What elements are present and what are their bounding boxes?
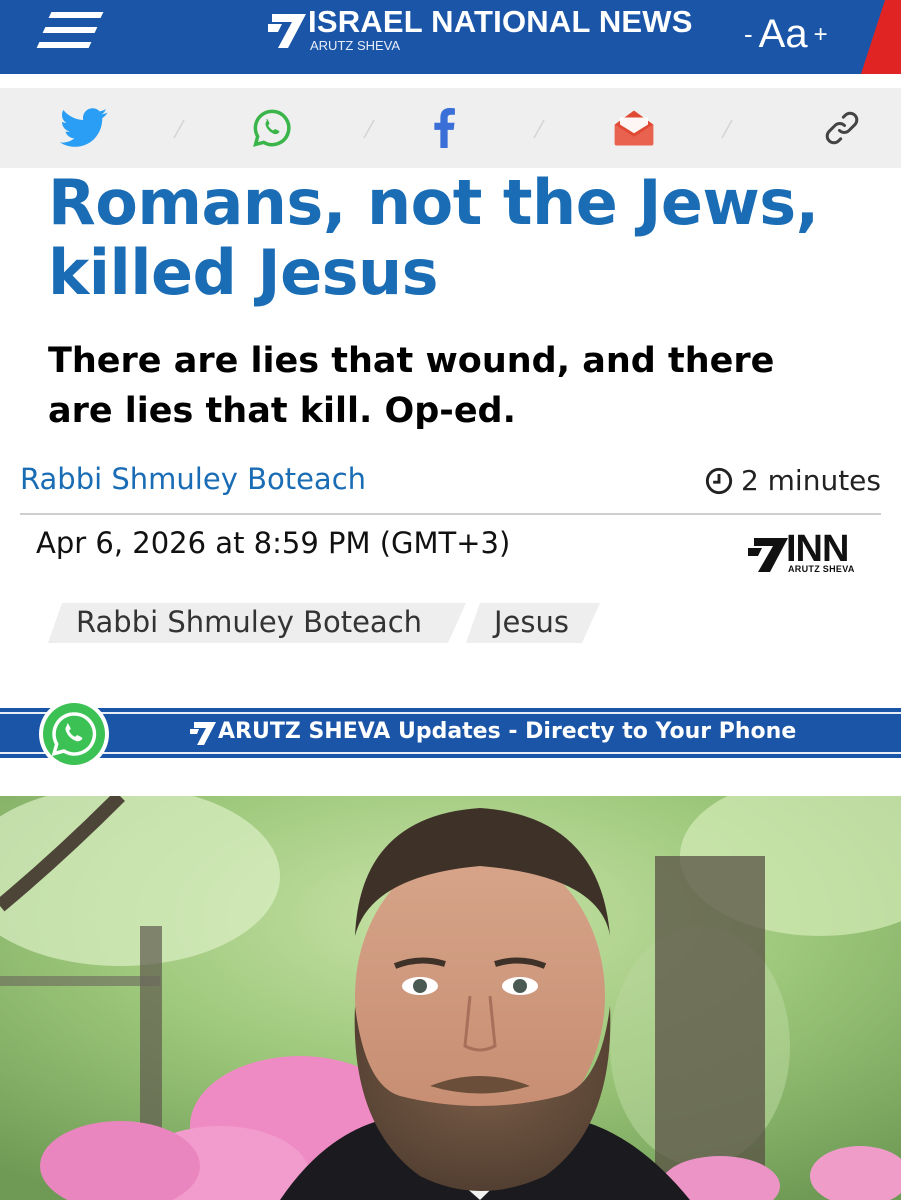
- whatsapp-icon: [253, 109, 291, 147]
- article-subtitle-line: are lies that kill. Op-ed.: [48, 391, 516, 431]
- inn-logo-subtext: ARUTZ SHEVA: [788, 564, 855, 574]
- font-increase-button[interactable]: +: [814, 21, 828, 49]
- brand-subtitle: ARUTZ SHEVA: [310, 38, 401, 53]
- whatsapp-banner-text: ARUTZ SHEVA Updates - Directy to Your Ph…: [218, 719, 797, 744]
- author-photo: [0, 796, 901, 1200]
- site-header: ISRAEL NATIONAL NEWS ARUTZ SHEVA - Aa +: [0, 0, 901, 74]
- banner-line: [0, 712, 901, 714]
- article-subtitle-line: There are lies that wound, and there: [48, 341, 775, 381]
- arutz-sheva-logo-icon: [268, 14, 306, 48]
- whatsapp-icon[interactable]: [38, 698, 110, 770]
- arutz-sheva-7-icon: [190, 722, 216, 745]
- article-title-line: killed Jesus: [48, 236, 439, 309]
- brand-name[interactable]: ISRAEL NATIONAL NEWS: [308, 4, 693, 40]
- author-link[interactable]: Rabbi Shmuley Boteach: [20, 462, 366, 496]
- publish-date: Apr 6, 2026 at 8:59 PM (GMT+3): [36, 526, 511, 560]
- copy-link-button[interactable]: [816, 102, 868, 154]
- twitter-share-button[interactable]: [58, 102, 110, 154]
- inn-7-logo-icon: [748, 538, 788, 572]
- link-icon: [825, 111, 859, 145]
- read-time: 2 minutes: [705, 464, 881, 497]
- facebook-icon: [434, 108, 455, 148]
- article-title: Romans, not the Jews, killed Jesus: [48, 168, 868, 308]
- email-share-button[interactable]: [608, 102, 660, 154]
- article-title-line: Romans, not the Jews,: [48, 166, 819, 239]
- whatsapp-share-button[interactable]: [246, 102, 298, 154]
- share-bar: [0, 88, 901, 168]
- banner-line: [0, 752, 901, 754]
- meta-divider: [20, 513, 881, 515]
- separator: [533, 119, 545, 139]
- separator: [363, 119, 375, 139]
- font-decrease-button[interactable]: -: [744, 19, 753, 50]
- separator: [173, 119, 185, 139]
- clock-icon: [705, 467, 733, 494]
- read-time-label: 2 minutes: [740, 464, 881, 497]
- inn-logo: INN ARUTZ SHEVA: [748, 528, 860, 578]
- font-size-label: Aa: [758, 12, 808, 56]
- tag-jesus[interactable]: Jesus: [466, 603, 600, 643]
- header-accent: [861, 0, 901, 74]
- email-icon: [614, 110, 654, 146]
- article-subtitle: There are lies that wound, and there are…: [48, 336, 868, 436]
- facebook-share-button[interactable]: [418, 102, 470, 154]
- font-size-control: - Aa +: [744, 12, 828, 57]
- twitter-icon: [60, 108, 108, 147]
- tag-author[interactable]: Rabbi Shmuley Boteach: [48, 603, 466, 643]
- separator: [721, 119, 733, 139]
- menu-icon[interactable]: [36, 12, 104, 48]
